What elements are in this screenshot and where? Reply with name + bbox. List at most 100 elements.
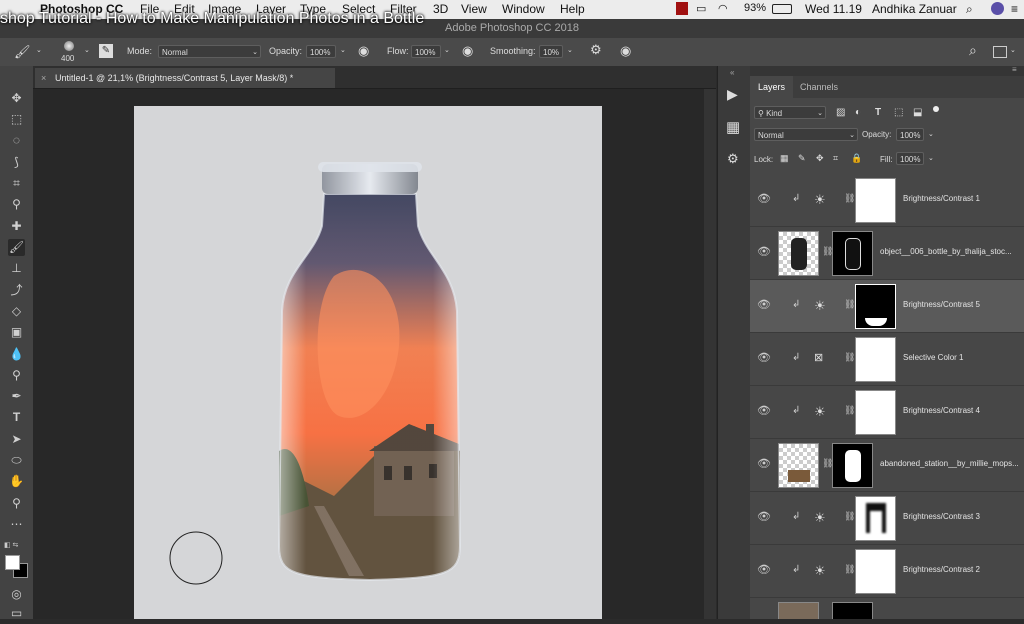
menu-view[interactable]: View	[461, 2, 487, 16]
filter-toggle-icon[interactable]	[933, 106, 939, 112]
quick-mask-icon[interactable]: ◎	[8, 586, 25, 603]
layer-thumbnail[interactable]	[778, 602, 819, 619]
foreground-color-swatch[interactable]	[5, 555, 20, 570]
filter-adjustment-icon[interactable]: ◐	[855, 107, 861, 118]
mode-select[interactable]: Normal ⌄	[158, 45, 261, 58]
path-selection-tool-icon[interactable]: ➤	[8, 431, 25, 448]
layer-mask-thumbnail[interactable]	[855, 284, 896, 329]
eraser-tool-icon[interactable]: ◇	[8, 303, 25, 320]
layer-name[interactable]: Brightness/Contrast 1	[903, 194, 980, 203]
document-canvas[interactable]	[134, 106, 602, 619]
layer-row[interactable]: 👁 ↲ ☀ ⛓ Brightness/Contrast 1	[750, 174, 1024, 227]
opacity-slider-icon[interactable]: ⌄	[340, 46, 346, 54]
layer-row[interactable]: 👁 ↲ ☀ ⛓ Brightness/Contrast 3	[750, 492, 1024, 545]
battery-icon[interactable]	[772, 4, 792, 14]
document-tab[interactable]: × Untitled-1 @ 21,1% (Brightness/Contras…	[35, 68, 335, 88]
crop-tool-icon[interactable]: ⌗	[8, 175, 25, 192]
layer-mask-thumbnail[interactable]	[855, 390, 896, 435]
layer-name[interactable]: Brightness/Contrast 5	[903, 300, 980, 309]
menu-help[interactable]: Help	[560, 2, 585, 16]
search-icon[interactable]: ⌕	[969, 42, 977, 59]
layer-mask-thumbnail[interactable]	[832, 602, 873, 619]
gradient-tool-icon[interactable]: ▣	[8, 324, 25, 341]
layer-name[interactable]: Brightness/Contrast 4	[903, 406, 980, 415]
brush-picker-dropdown-icon[interactable]: ⌄	[84, 46, 90, 54]
layer-mask-thumbnail[interactable]	[832, 231, 873, 276]
layer-thumbnail[interactable]	[778, 231, 819, 276]
vertical-scrollbar[interactable]	[704, 89, 716, 619]
tab-channels[interactable]: Channels	[792, 76, 846, 98]
layer-mask-thumbnail[interactable]	[832, 443, 873, 488]
type-tool-icon[interactable]: T	[8, 409, 25, 426]
visibility-eye-icon[interactable]: 👁	[757, 247, 771, 258]
layer-mask-thumbnail[interactable]	[855, 337, 896, 382]
wifi-icon[interactable]: ◠	[718, 2, 728, 15]
pressure-size-icon[interactable]: ◉	[620, 43, 631, 59]
tab-layers[interactable]: Layers	[750, 76, 794, 98]
flow-input[interactable]: 100%	[411, 45, 441, 58]
notification-center-icon[interactable]: ≡	[1011, 2, 1018, 16]
play-actions-icon[interactable]: ▶	[727, 86, 738, 103]
history-brush-tool-icon[interactable]: ⤴	[8, 282, 25, 299]
brush-tool-preset-icon[interactable]: 🖌	[14, 44, 31, 60]
layer-mask-thumbnail[interactable]	[855, 496, 896, 541]
visibility-eye-icon[interactable]: 👁	[757, 300, 771, 311]
layer-row-selected[interactable]: 👁 ↲ ☀ ⛓ Brightness/Contrast 5	[750, 280, 1024, 333]
panel-menu-icon[interactable]: ≡	[1012, 65, 1017, 74]
layer-mask-thumbnail[interactable]	[855, 178, 896, 223]
visibility-eye-icon[interactable]: 👁	[757, 406, 771, 417]
brush-settings-panel-icon[interactable]: ✎	[99, 44, 113, 58]
hand-tool-icon[interactable]: ✋	[8, 473, 25, 490]
recording-icon[interactable]	[676, 2, 688, 15]
adjustments-panel-icon[interactable]: ⚙	[727, 151, 739, 167]
menu-3d[interactable]: 3D	[433, 2, 448, 16]
filter-type-icon[interactable]: T	[875, 107, 881, 118]
airbrush-icon[interactable]: ◉	[462, 43, 473, 59]
pen-tool-icon[interactable]: ✒	[8, 388, 25, 405]
display-icon[interactable]: ▭	[696, 2, 706, 15]
flow-slider-icon[interactable]: ⌄	[444, 46, 450, 54]
move-tool-icon[interactable]: ✥	[8, 90, 25, 107]
canvas-area[interactable]	[33, 89, 704, 619]
collapse-dock-icon[interactable]: «	[730, 68, 734, 77]
smoothing-options-gear-icon[interactable]: ⚙	[590, 42, 602, 58]
layer-name[interactable]: object__006_bottle_by_thalija_stoc...	[880, 247, 1012, 256]
dodge-tool-icon[interactable]: ⚲	[8, 367, 25, 384]
link-chain-icon[interactable]: ⛓	[844, 564, 855, 575]
clone-stamp-tool-icon[interactable]: ⊥	[8, 260, 25, 277]
layer-mask-thumbnail[interactable]	[855, 549, 896, 594]
lock-all-icon[interactable]: 🔒	[851, 153, 862, 164]
link-chain-icon[interactable]: ⛓	[844, 299, 855, 310]
layer-name[interactable]: Brightness/Contrast 2	[903, 565, 980, 574]
visibility-eye-icon[interactable]: 👁	[757, 565, 771, 576]
fill-slider-icon[interactable]: ⌄	[928, 154, 934, 162]
layer-opacity-slider-icon[interactable]: ⌄	[928, 130, 934, 138]
layer-opacity-input[interactable]: 100%	[896, 128, 924, 141]
blur-tool-icon[interactable]: 💧	[8, 346, 25, 363]
lasso-tool-icon[interactable]: ◌	[8, 132, 25, 149]
lock-transparent-icon[interactable]: ▦	[780, 153, 789, 164]
layer-thumbnail[interactable]	[778, 443, 819, 488]
clock[interactable]: Wed 11.19	[805, 2, 862, 16]
layer-row[interactable]: 👁 ↲ ☀ ⛓ Brightness/Contrast 2	[750, 545, 1024, 598]
filter-smart-object-icon[interactable]: ⬓	[913, 107, 922, 118]
layer-filter-select[interactable]: ⚲ Kind ⌄	[754, 106, 826, 119]
link-chain-icon[interactable]: ⛓	[844, 405, 855, 416]
healing-brush-tool-icon[interactable]: ✚	[8, 218, 25, 235]
quick-selection-tool-icon[interactable]: ⟆	[8, 154, 25, 171]
link-chain-icon[interactable]: ⛓	[844, 193, 855, 204]
menu-window[interactable]: Window	[502, 2, 545, 16]
eyedropper-tool-icon[interactable]: ⚲	[8, 196, 25, 213]
filter-pixel-icon[interactable]: ▨	[836, 107, 845, 118]
opacity-input[interactable]: 100%	[306, 45, 336, 58]
siri-icon[interactable]	[991, 2, 1004, 15]
more-tools-icon[interactable]: ⋯	[8, 516, 25, 533]
link-chain-icon[interactable]: ⛓	[844, 352, 855, 363]
spotlight-search-icon[interactable]: ⌕	[966, 2, 973, 17]
marquee-tool-icon[interactable]: ⬚	[8, 111, 25, 128]
smoothing-slider-icon[interactable]: ⌄	[567, 46, 573, 54]
layer-name[interactable]: Selective Color 1	[903, 353, 963, 362]
grid-panel-icon[interactable]: ▦	[726, 118, 740, 136]
workspace-icon[interactable]	[993, 46, 1007, 58]
filter-shape-icon[interactable]: ⬚	[894, 107, 903, 118]
